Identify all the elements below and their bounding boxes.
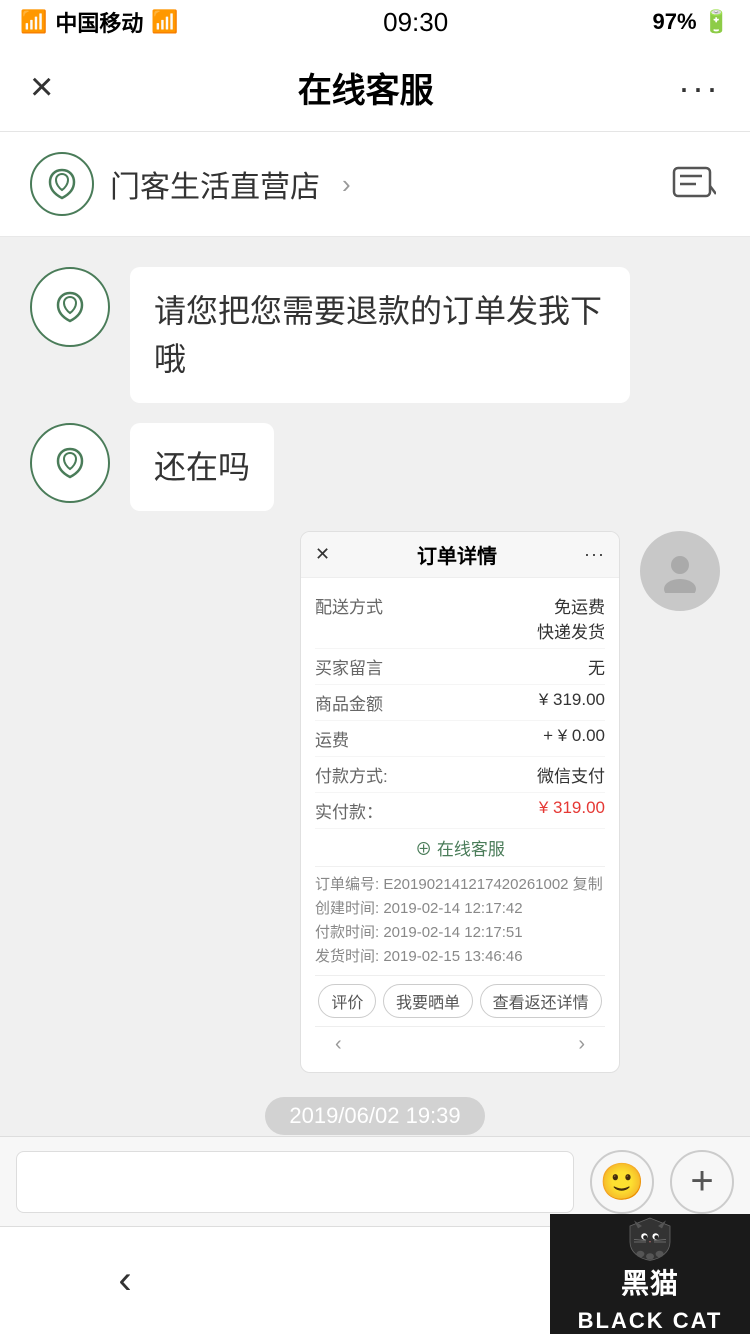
shop-arrow-icon: › (342, 169, 351, 200)
order-ss-body: 配送方式 免运费快递发货 买家留言 无 商品金额 ¥ 319.00 运费 + ¥… (301, 578, 619, 1072)
carrier-label: 中国移动 (55, 6, 143, 38)
order-row: 运费 + ¥ 0.00 (315, 721, 605, 757)
status-right: 97% 🔋 (653, 9, 730, 35)
message-input[interactable] (16, 1151, 574, 1213)
shop-name-label: 门客生活直营店 (110, 162, 320, 206)
more-button[interactable]: ··· (678, 67, 720, 109)
detail-btn[interactable]: 查看返还详情 (480, 984, 602, 1018)
shop-avatar (30, 267, 110, 347)
order-ss-bar: ✕ 订单详情 ··· (301, 532, 619, 578)
signal-icon: 📶 (20, 9, 47, 35)
order-screenshot: ✕ 订单详情 ··· 配送方式 免运费快递发货 买家留言 无 商品金额 ¥ 31… (300, 531, 620, 1073)
order-detail-title: 订单详情 (330, 540, 584, 569)
add-button[interactable]: + (670, 1150, 734, 1214)
battery-icon: 🔋 (703, 9, 730, 35)
shop-header[interactable]: 门客生活直营店 › (0, 132, 750, 237)
message-row: 请您把您需要退款的订单发我下哦 (0, 257, 750, 413)
message-text: 还在吗 (154, 449, 250, 485)
black-cat-label: BLACK CAT (578, 1308, 723, 1334)
user-avatar (640, 531, 720, 611)
order-row: 商品金额 ¥ 319.00 (315, 685, 605, 721)
next-icon[interactable]: › (578, 1033, 585, 1056)
chat-history-icon[interactable] (668, 162, 720, 206)
close-button[interactable]: × (30, 65, 53, 110)
message-row: 还在吗 (0, 413, 750, 521)
back-button[interactable]: ‹ (118, 1258, 131, 1303)
wifi-icon: 📶 (151, 9, 178, 35)
prev-icon[interactable]: ‹ (335, 1033, 342, 1056)
status-left: 📶 中国移动 📶 (20, 6, 179, 38)
message-row-user: ✕ 订单详情 ··· 配送方式 免运费快递发货 买家留言 无 商品金额 ¥ 31… (0, 521, 750, 1083)
message-bubble: 还在吗 (130, 423, 274, 511)
online-service-btn[interactable]: ⊕ 在线客服 (315, 829, 605, 867)
nav-bar: × 在线客服 ··· (0, 44, 750, 132)
evaluate-btn[interactable]: 评价 (318, 984, 376, 1018)
order-row: 付款方式: 微信支付 (315, 757, 605, 793)
order-row: 买家留言 无 (315, 649, 605, 685)
order-row-total: 实付款： ¥ 319.00 (315, 793, 605, 829)
timestamp-badge: 2019/06/02 19:39 (265, 1097, 484, 1135)
message-text: 请您把您需要退款的订单发我下哦 (154, 293, 602, 377)
order-actions: 评价 我要晒单 查看返还详情 (315, 975, 605, 1026)
order-row: 配送方式 免运费快递发货 (315, 588, 605, 649)
message-bubble: 请您把您需要退款的订单发我下哦 (130, 267, 630, 403)
shop-avatar (30, 423, 110, 503)
order-info-block: 订单编号: E201902141217420261002 复制 创建时间: 20… (315, 867, 605, 975)
black-cat-watermark: 黑猫 BLACK CAT (550, 1214, 750, 1334)
shop-info[interactable]: 门客生活直营店 › (30, 152, 351, 216)
order-more-icon: ··· (584, 544, 605, 565)
input-bar: 🙂 + (0, 1136, 750, 1226)
shop-logo-icon (30, 152, 94, 216)
share-btn[interactable]: 我要晒单 (383, 984, 473, 1018)
status-time: 09:30 (383, 7, 448, 38)
battery-label: 97% (653, 9, 697, 35)
status-bar: 📶 中国移动 📶 09:30 97% 🔋 (0, 0, 750, 44)
nav-title: 在线客服 (298, 63, 434, 112)
order-close-icon: ✕ (315, 544, 330, 565)
chat-area: 请您把您需要退款的订单发我下哦 还在吗 ✕ 订单详情 ··· (0, 237, 750, 1277)
emoji-button[interactable]: 🙂 (590, 1150, 654, 1214)
